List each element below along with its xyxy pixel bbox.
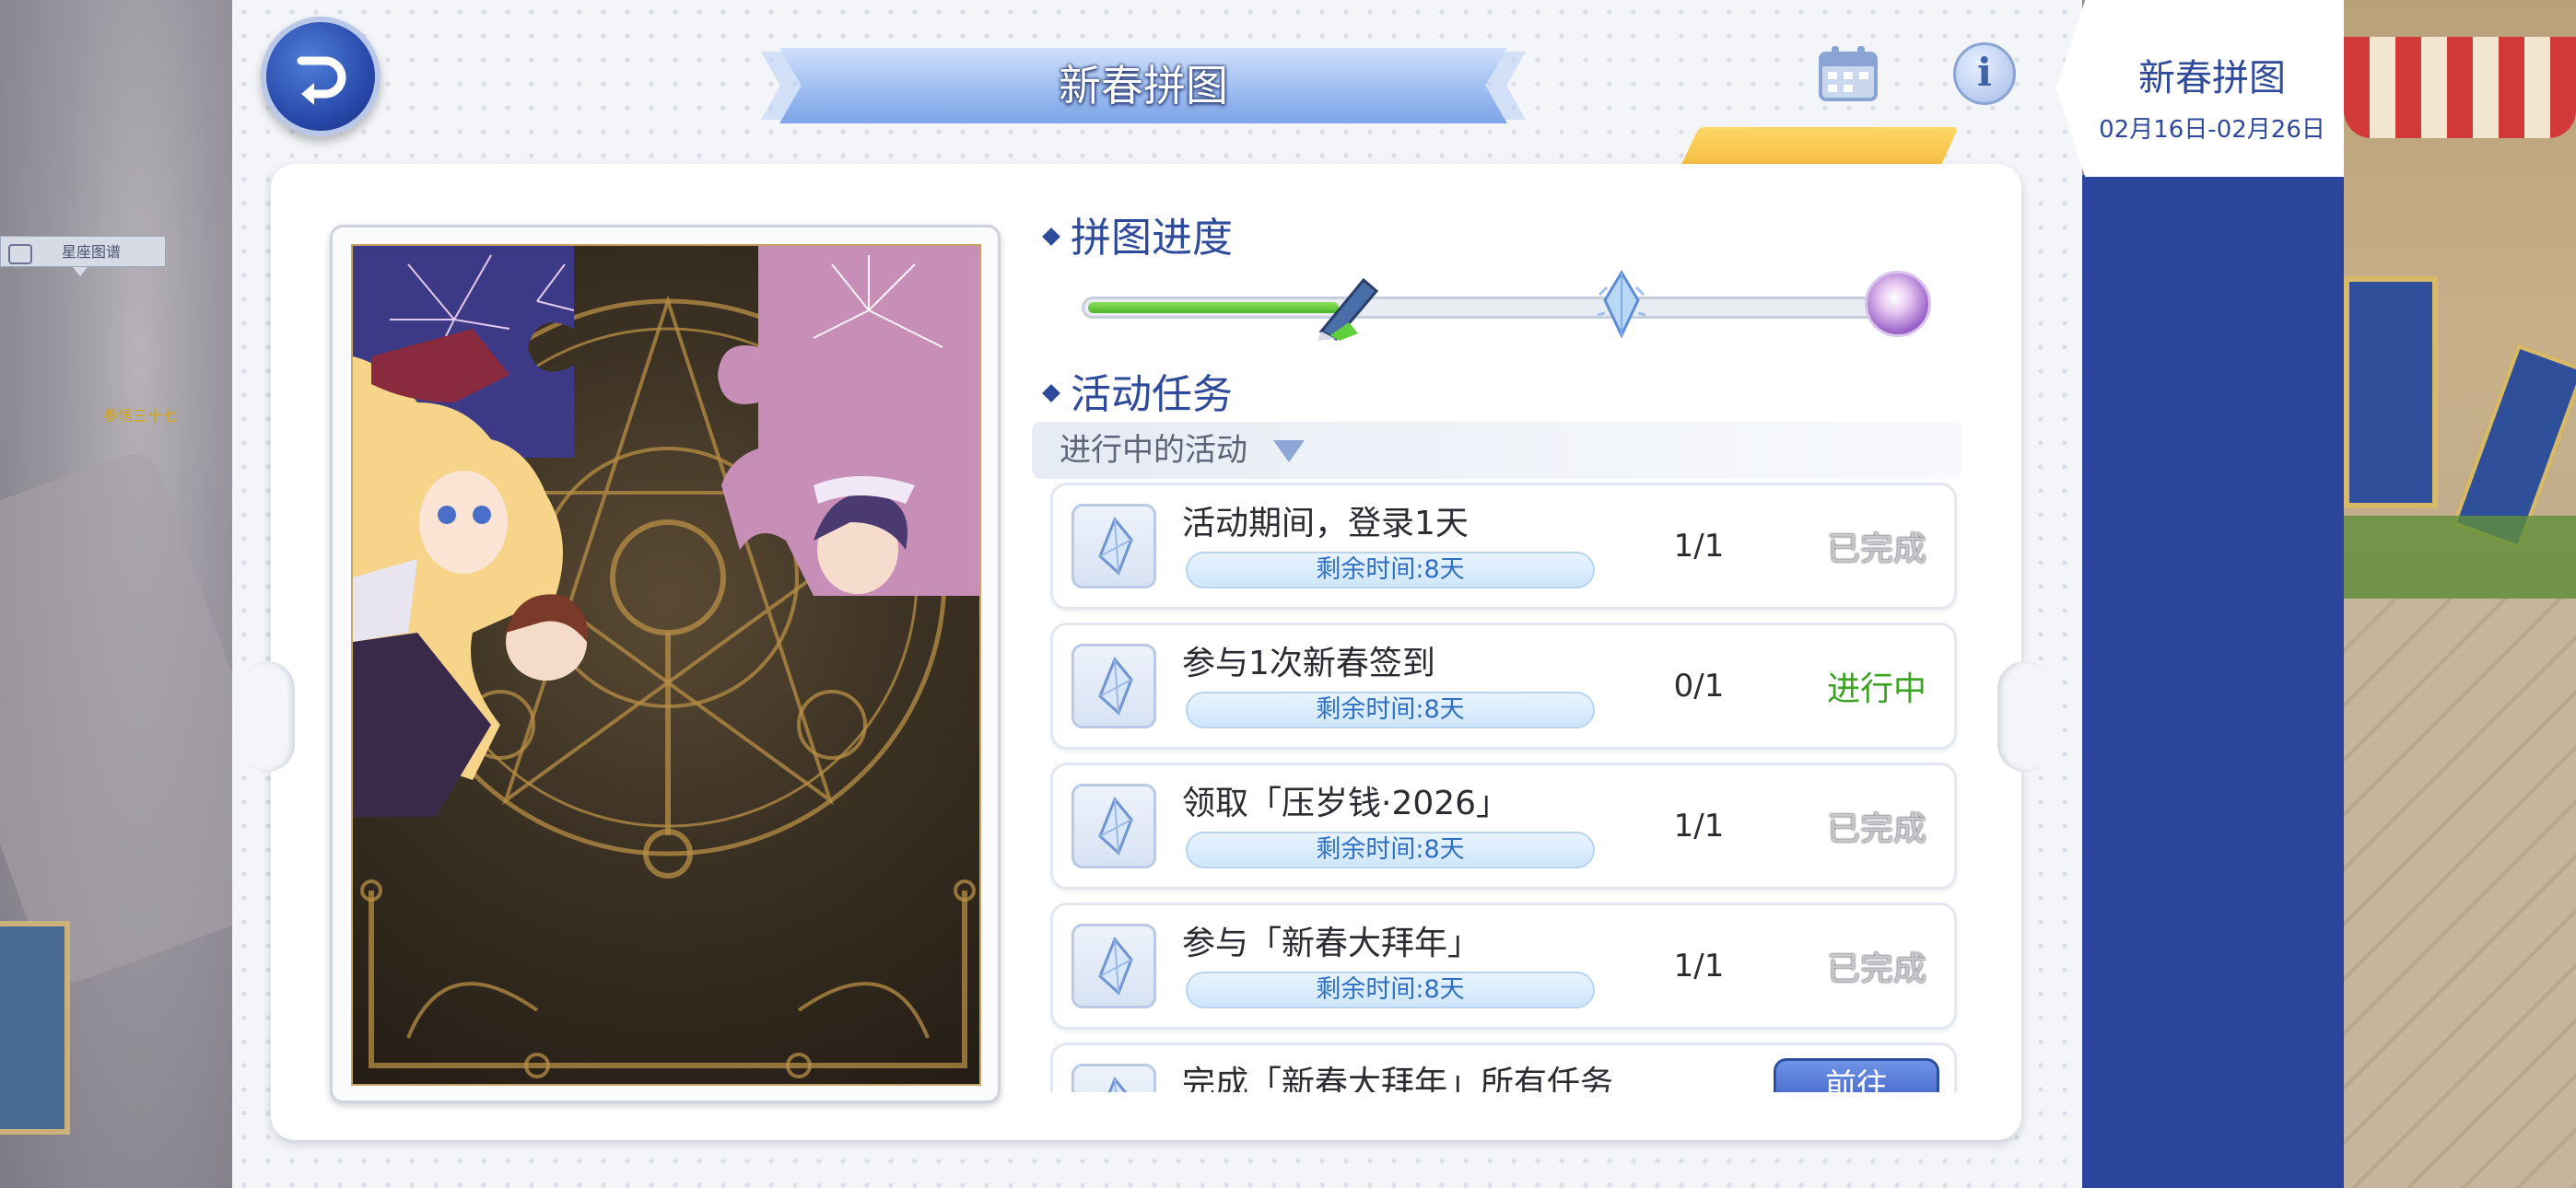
puzzle-image — [351, 244, 981, 1086]
task-count: 1/1 — [1673, 528, 1725, 565]
diamond-bullet-icon — [1042, 227, 1060, 246]
task-list[interactable]: 活动期间，登录1天 剩余时间:8天 1/1 已完成 参与1次新春签到 剩余时间:… — [1032, 481, 1962, 1092]
task-time-remaining: 剩余时间:8天 — [1186, 692, 1595, 728]
task-time-remaining: 剩余时间:8天 — [1186, 832, 1595, 868]
back-button[interactable] — [261, 17, 381, 136]
card-notch-right — [1997, 661, 2053, 772]
reward-orb-icon[interactable] — [1865, 271, 1931, 337]
banner-flag — [2344, 276, 2438, 508]
task-filter-dropdown[interactable]: 进行中的活动 — [1032, 422, 1962, 479]
grass-patch — [2344, 516, 2576, 599]
tag-pointer — [73, 267, 88, 276]
task-time-remaining: 剩余时间:8天 — [1186, 972, 1595, 1008]
crystal-icon — [1071, 784, 1156, 868]
tasks-heading: 活动任务 — [1042, 361, 1233, 420]
task-name: 领取「压岁钱·2026」 — [1182, 785, 1510, 822]
task-row: 参与1次新春签到 剩余时间:8天 0/1 进行中 — [1050, 623, 1957, 750]
progress-heading-label: 拼图进度 — [1071, 215, 1233, 262]
task-time-remaining: 剩余时间:8天 — [1186, 552, 1595, 588]
crystal-milestone-icon — [1594, 267, 1649, 341]
npc-name-label: 参悟三十七 — [103, 407, 178, 425]
puzzle-frame[interactable] — [330, 225, 1001, 1103]
crystal-icon — [1071, 1064, 1156, 1092]
progress-fill — [1088, 302, 1339, 313]
background-left: 星座图谱 参悟三十七 — [0, 0, 313, 1188]
calendar-icon[interactable] — [1817, 44, 1879, 103]
task-name: 活动期间，登录1天 — [1182, 505, 1469, 542]
task-row: 领取「压岁钱·2026」 剩余时间:8天 1/1 已完成 — [1050, 763, 1957, 890]
background-box — [0, 921, 70, 1135]
go-button[interactable]: 前往 — [1774, 1058, 1939, 1092]
task-status: 已完成 — [1826, 810, 1926, 848]
task-row: 完成「新春大拜年」所有任务 前往 — [1050, 1042, 1957, 1092]
event-sidebar — [2082, 175, 2344, 1188]
task-count: 0/1 — [1673, 668, 1725, 705]
pen-marker-icon — [1312, 267, 1386, 341]
puzzle-progress-bar — [1082, 297, 1929, 319]
event-tab-title: 新春拼图 — [2138, 57, 2286, 99]
market-stall — [2344, 37, 2576, 138]
filter-label: 进行中的活动 — [1060, 432, 1247, 469]
crystal-icon — [1071, 924, 1156, 1008]
task-name: 完成「新春大拜年」所有任务 — [1182, 1065, 1614, 1092]
diamond-bullet-icon — [1042, 384, 1060, 402]
info-icon[interactable]: i — [1953, 42, 2016, 105]
event-tab-date: 02月16日-02月26日 — [2099, 116, 2325, 144]
constellation-tag: 星座图谱 — [0, 236, 166, 276]
tag-icon — [8, 244, 32, 264]
card-notch-left — [240, 661, 295, 772]
task-status: 已完成 — [1826, 950, 1926, 988]
event-tab-spring-puzzle[interactable]: 新春拼图 02月16日-02月26日 — [2056, 0, 2344, 177]
task-status: 已完成 — [1826, 530, 1926, 568]
task-count: 1/1 — [1673, 808, 1725, 844]
constellation-tag-label: 星座图谱 — [62, 243, 122, 261]
background-right — [2344, 0, 2576, 1188]
back-arrow-icon — [297, 56, 346, 105]
task-name: 参与「新春大拜年」 — [1182, 925, 1481, 962]
crystal-icon — [1071, 644, 1156, 728]
crystal-icon — [1071, 504, 1156, 588]
page-title: 新春拼图 — [1059, 61, 1228, 111]
task-name: 参与1次新春签到 — [1182, 645, 1435, 682]
task-row: 活动期间，登录1天 剩余时间:8天 1/1 已完成 — [1050, 483, 1957, 610]
task-row: 参与「新春大拜年」 剩余时间:8天 1/1 已完成 — [1050, 903, 1957, 1030]
task-status: 进行中 — [1826, 670, 1926, 708]
task-count: 1/1 — [1673, 948, 1725, 984]
tasks-heading-label: 活动任务 — [1071, 371, 1233, 418]
title-ribbon: 新春拼图 — [761, 48, 1526, 123]
progress-heading: 拼图进度 — [1042, 204, 1233, 263]
chevron-down-icon — [1273, 440, 1305, 462]
stone-pavement — [2344, 599, 2576, 1188]
